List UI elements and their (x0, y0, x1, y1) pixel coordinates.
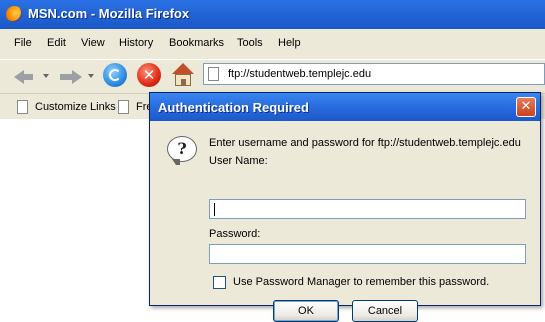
authentication-dialog: Authentication Required ✕ ? Enter userna… (149, 92, 541, 322)
close-icon[interactable]: ✕ (516, 97, 536, 117)
dialog-message: Enter username and password for ftp://st… (209, 137, 521, 149)
back-history-dropdown-icon[interactable] (43, 74, 49, 78)
ok-button[interactable]: OK (273, 300, 339, 322)
stop-icon[interactable]: ✕ (137, 63, 161, 87)
password-label: Password: (209, 228, 261, 240)
forward-arrow-icon[interactable] (72, 70, 82, 84)
bookmark-page-icon (118, 100, 129, 114)
bookmark-customize-links[interactable]: Customize Links (35, 101, 116, 113)
firefox-icon (6, 6, 23, 23)
dialog-title-bar: Authentication Required ✕ (150, 93, 540, 121)
back-button[interactable] (23, 74, 33, 80)
remember-password-checkbox[interactable] (213, 276, 226, 289)
username-label: User Name: (209, 155, 268, 167)
password-field[interactable] (209, 244, 526, 264)
question-icon-tail (172, 159, 180, 165)
dialog-body: ? Enter username and password for ftp://… (153, 121, 537, 322)
address-bar[interactable]: ftp://studentweb.templejc.edu (203, 63, 545, 85)
window-title: MSN.com - Mozilla Firefox (28, 6, 190, 21)
forward-button[interactable] (60, 74, 72, 80)
menu-bookmarks[interactable]: Bookmarks (169, 37, 224, 49)
menu-edit[interactable]: Edit (47, 37, 66, 49)
page-icon (208, 67, 219, 81)
username-field[interactable] (209, 199, 526, 219)
menu-help[interactable]: Help (278, 37, 301, 49)
menu-history[interactable]: History (119, 37, 153, 49)
address-text[interactable]: ftp://studentweb.templejc.edu (228, 68, 371, 80)
forward-history-dropdown-icon[interactable] (88, 74, 94, 78)
remember-password-label[interactable]: Use Password Manager to remember this pa… (233, 276, 489, 288)
browser-title-bar: MSN.com - Mozilla Firefox (0, 0, 545, 29)
home-roof (172, 63, 194, 74)
text-caret (214, 203, 215, 216)
menu-file[interactable]: File (14, 37, 32, 49)
dialog-title: Authentication Required (158, 100, 309, 115)
reload-icon[interactable] (103, 63, 127, 87)
bookmark-page-icon (17, 100, 28, 114)
menu-tools[interactable]: Tools (237, 37, 263, 49)
menu-bar: File Edit View History Bookmarks Tools H… (0, 29, 545, 59)
home-door (181, 79, 186, 86)
menu-view[interactable]: View (81, 37, 105, 49)
cancel-button[interactable]: Cancel (352, 300, 418, 322)
home-icon[interactable] (171, 63, 195, 87)
